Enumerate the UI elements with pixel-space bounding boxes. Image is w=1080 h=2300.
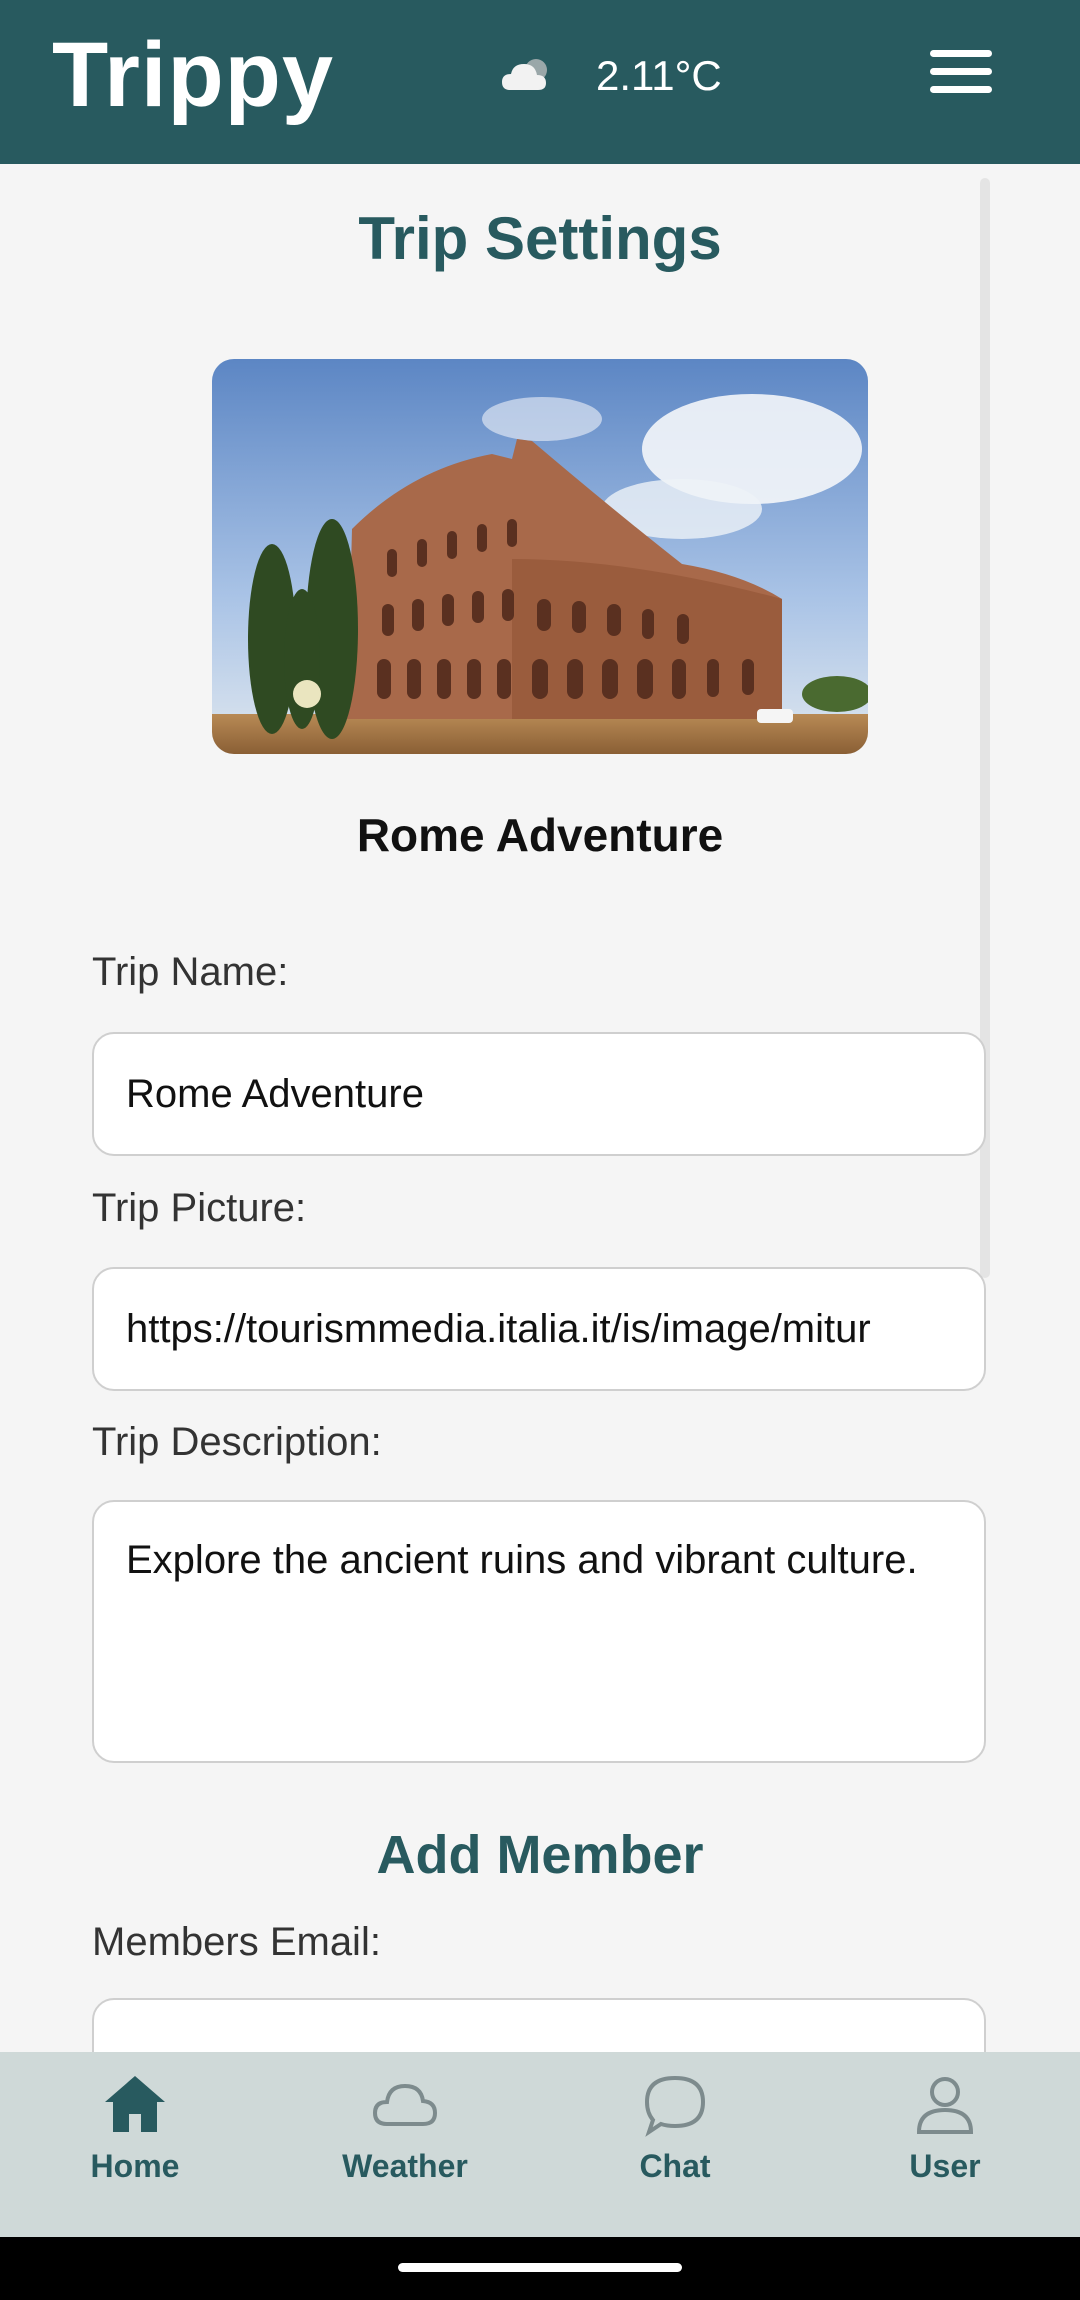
weather-widget[interactable]: 2.11°C	[500, 46, 722, 106]
trip-hero-image	[212, 359, 868, 754]
trip-picture-input[interactable]: https://tourismmedia.italia.it/is/image/…	[92, 1267, 986, 1391]
app-logo-text: Trippy	[52, 24, 335, 126]
nav-weather-label: Weather	[342, 2148, 468, 2184]
chat-bubble-icon	[644, 2075, 706, 2137]
temperature-readout: 2.11°C	[596, 52, 722, 99]
partly-cloudy-icon	[502, 59, 547, 90]
colosseum-photo	[212, 359, 868, 754]
user-icon	[916, 2077, 974, 2134]
trip-name-input[interactable]: Rome Adventure	[92, 1032, 986, 1156]
add-member-heading: Add Member	[376, 1825, 704, 1885]
trip-description-label: Trip Description:	[92, 1420, 382, 1464]
home-icon	[105, 2076, 165, 2132]
trip-name-heading: Rome Adventure	[356, 809, 724, 861]
nav-home[interactable]: Home	[0, 2052, 270, 2237]
nav-home-label: Home	[90, 2148, 180, 2184]
nav-chat-label: Chat	[639, 2148, 711, 2184]
home-gesture-handle[interactable]	[398, 2263, 682, 2272]
nav-user-label: User	[909, 2148, 981, 2184]
nav-user[interactable]: User	[810, 2052, 1080, 2237]
app-header: Trippy 2.11°C	[0, 0, 1080, 164]
hamburger-menu-icon[interactable]	[930, 50, 992, 94]
trip-name-label: Trip Name:	[92, 950, 289, 994]
trip-settings-content: Trip Settings Rome Adventure Trip Name: …	[0, 164, 1080, 2122]
trip-picture-label: Trip Picture:	[92, 1186, 307, 1230]
trip-description-textarea[interactable]: Explore the ancient ruins and vibrant cu…	[92, 1500, 986, 1763]
nav-weather[interactable]: Weather	[270, 2052, 540, 2237]
system-gesture-bar	[0, 2237, 1080, 2300]
cloud-icon	[372, 2083, 438, 2126]
bottom-navigation: Home Weather Chat User	[0, 2052, 1080, 2237]
nav-chat[interactable]: Chat	[540, 2052, 810, 2237]
members-email-label: Members Email:	[92, 1920, 381, 1964]
page-title: Trip Settings	[358, 205, 722, 272]
